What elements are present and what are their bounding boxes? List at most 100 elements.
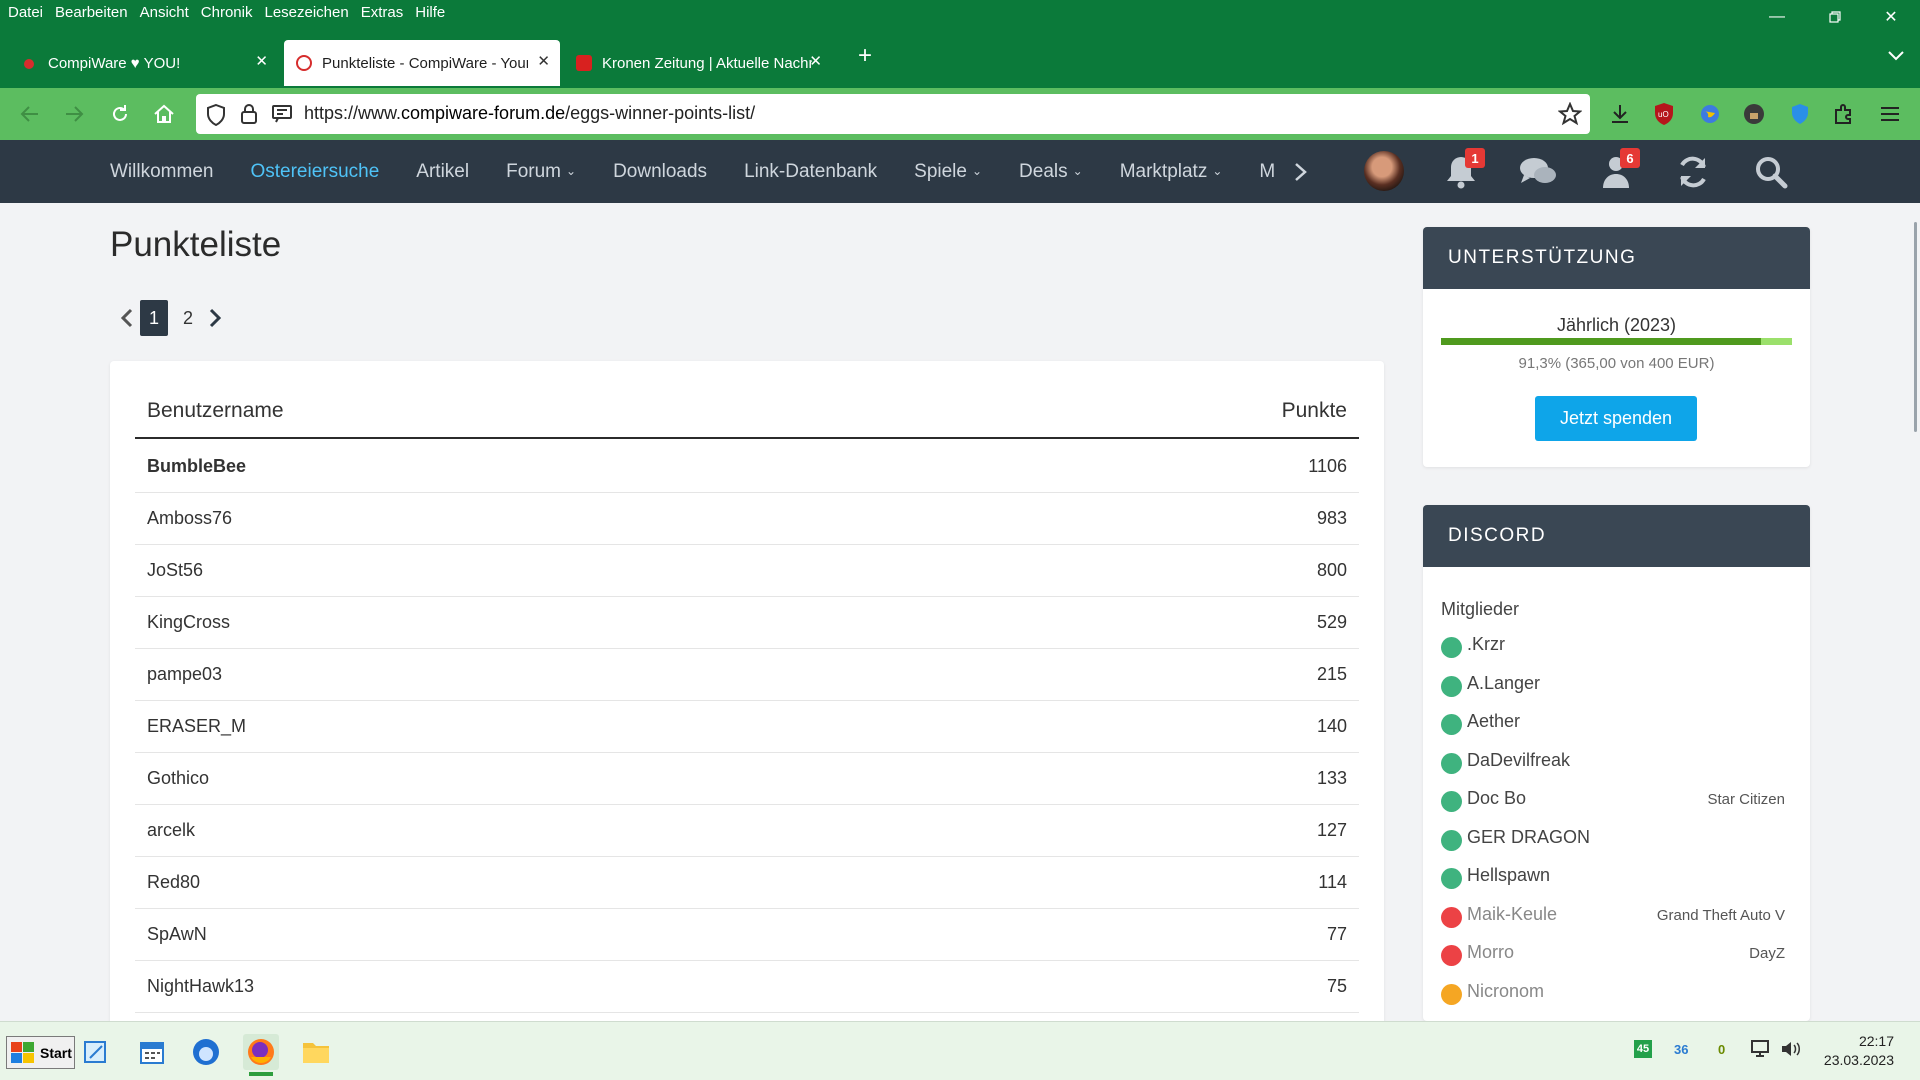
extension-globe-icon[interactable] xyxy=(1694,98,1726,130)
bookmark-star-icon[interactable] xyxy=(1557,101,1583,131)
volume-icon[interactable] xyxy=(1780,1039,1802,1064)
sync-icon[interactable] xyxy=(1673,152,1713,192)
nav-item-deals[interactable]: Deals ⌄ xyxy=(1019,161,1083,183)
thunderbird-icon[interactable] xyxy=(188,1034,224,1070)
username-cell[interactable]: Amboss76 xyxy=(147,508,232,529)
clock-date: 23.03.2023 xyxy=(1823,1052,1894,1068)
tray-temp-badge[interactable]: 45 xyxy=(1634,1040,1652,1058)
nav-item-artikel[interactable]: Artikel xyxy=(416,161,469,183)
donate-button[interactable]: Jetzt spenden xyxy=(1535,396,1697,441)
system-clock[interactable]: 22:17 23.03.2023 xyxy=(1824,1032,1894,1070)
list-tabs-icon[interactable] xyxy=(1888,48,1904,66)
discord-member[interactable]: GER DRAGON xyxy=(1441,824,1792,863)
username-cell[interactable]: pampe03 xyxy=(147,664,222,685)
page-2-button[interactable]: 2 xyxy=(174,300,202,336)
status-dot-icon xyxy=(1441,791,1462,812)
nav-item-label: Marktplatz xyxy=(1119,160,1208,182)
tracking-protection-icon[interactable] xyxy=(206,103,226,131)
menu-item[interactable]: Datei xyxy=(8,4,43,21)
discord-member[interactable]: Hellspawn xyxy=(1441,862,1792,901)
tab-kronen-zeitung[interactable]: Kronen Zeitung | Aktuelle Nachr ✕ xyxy=(564,40,832,86)
new-tab-icon[interactable]: + xyxy=(858,44,872,68)
page-1-button[interactable]: 1 xyxy=(140,300,168,336)
discord-member[interactable]: Maik-Keule Grand Theft Auto V xyxy=(1441,901,1792,940)
username-cell[interactable]: JoSt56 xyxy=(147,560,203,581)
network-icon[interactable] xyxy=(1750,1039,1772,1064)
nav-scroll-right-icon[interactable] xyxy=(1294,162,1308,187)
reload-icon[interactable] xyxy=(106,100,134,128)
user-avatar[interactable] xyxy=(1364,151,1404,191)
points-table-body: BumbleBee 1106 Amboss76 983 JoSt56 800 KingCro… xyxy=(135,441,1359,1013)
forward-icon[interactable] xyxy=(60,100,88,128)
url-text[interactable]: https://www.compiware-forum.de/eggs-winn… xyxy=(304,103,755,124)
menu-item[interactable]: Bearbeiten xyxy=(55,4,128,21)
tab-punkteliste[interactable]: Punkteliste - CompiWare - Your ✕ xyxy=(284,40,560,86)
username-cell[interactable]: BumbleBee xyxy=(147,456,246,477)
nav-item-willkommen[interactable]: Willkommen xyxy=(110,161,213,183)
conversations-icon[interactable] xyxy=(1518,152,1558,192)
extension-lock-icon[interactable] xyxy=(1738,98,1770,130)
discord-title: DISCORD xyxy=(1423,505,1810,567)
notifications-bell-icon[interactable]: 1 xyxy=(1441,148,1485,192)
extension-shield-icon[interactable] xyxy=(1784,98,1816,130)
menu-item[interactable]: Extras xyxy=(361,4,404,21)
nav-item-ostereiersuche[interactable]: Ostereiersuche xyxy=(250,161,379,183)
tray-counter-blue[interactable]: 36 xyxy=(1674,1042,1688,1057)
discord-member[interactable]: A.Langer xyxy=(1441,670,1792,709)
nav-item-link-datenbank[interactable]: Link-Datenbank xyxy=(744,161,877,183)
discord-member[interactable]: Nicronom xyxy=(1441,978,1792,1017)
nav-item-downloads[interactable]: Downloads xyxy=(613,161,707,183)
tab-compiware[interactable]: CompiWare ♥ YOU! ✕ xyxy=(10,40,278,86)
firefox-active-indicator xyxy=(249,1072,273,1076)
start-button[interactable]: Start xyxy=(6,1036,75,1069)
nav-item-marktplatz[interactable]: Marktplatz ⌄ xyxy=(1120,161,1223,183)
url-bar[interactable]: https://www.compiware-forum.de/eggs-winn… xyxy=(196,94,1590,134)
discord-member[interactable]: DaDevilfreak xyxy=(1441,747,1792,786)
page-scrollbar[interactable] xyxy=(1914,222,1917,432)
tray-counter-green[interactable]: 0 xyxy=(1718,1042,1725,1057)
extensions-puzzle-icon[interactable] xyxy=(1828,98,1860,130)
menu-item[interactable]: Lesezeichen xyxy=(264,4,348,21)
close-tab-icon[interactable]: ✕ xyxy=(809,52,822,70)
username-cell[interactable]: Red80 xyxy=(147,872,200,893)
status-dot-icon xyxy=(1441,675,1462,697)
member-name: Aether xyxy=(1467,711,1521,731)
discord-member[interactable]: Aether xyxy=(1441,708,1792,747)
discord-member[interactable]: Morro DayZ xyxy=(1441,939,1792,978)
home-icon[interactable] xyxy=(150,100,178,128)
nav-item-m[interactable]: M xyxy=(1259,161,1275,183)
menu-item[interactable]: Chronik xyxy=(201,4,253,21)
previous-page-icon[interactable] xyxy=(117,303,137,333)
file-explorer-icon[interactable] xyxy=(298,1034,334,1070)
username-cell[interactable]: NightHawk13 xyxy=(147,976,254,997)
user-requests-icon[interactable]: 6 xyxy=(1596,148,1640,192)
search-icon[interactable] xyxy=(1751,152,1791,192)
nav-item-spiele[interactable]: Spiele ⌄ xyxy=(914,161,982,183)
notepad-icon[interactable] xyxy=(78,1034,114,1070)
username-cell[interactable]: SpAwN xyxy=(147,924,207,945)
ublock-icon[interactable]: uO xyxy=(1648,98,1680,130)
downloads-icon[interactable] xyxy=(1604,98,1636,130)
calendar-app-icon[interactable] xyxy=(134,1034,170,1070)
column-header-username[interactable]: Benutzername xyxy=(147,399,284,423)
lock-icon[interactable] xyxy=(240,103,258,130)
back-icon[interactable] xyxy=(16,100,44,128)
discord-member[interactable]: Doc Bo Star Citizen xyxy=(1441,785,1792,824)
username-cell[interactable]: arcelk xyxy=(147,820,195,841)
column-header-points[interactable]: Punkte xyxy=(1282,399,1347,423)
app-menu-icon[interactable] xyxy=(1874,98,1906,130)
next-page-icon[interactable] xyxy=(205,303,225,333)
points-cell: 800 xyxy=(1316,560,1347,580)
page-info-icon[interactable] xyxy=(272,105,292,128)
menu-item[interactable]: Ansicht xyxy=(140,4,189,21)
username-cell[interactable]: KingCross xyxy=(147,612,230,633)
discord-member[interactable]: .Krzr xyxy=(1441,631,1792,670)
menu-item[interactable]: Hilfe xyxy=(415,4,445,21)
firefox-icon[interactable] xyxy=(243,1034,279,1070)
status-dot-icon xyxy=(1441,983,1462,1005)
username-cell[interactable]: Gothico xyxy=(147,768,209,789)
close-tab-icon[interactable]: ✕ xyxy=(537,52,550,70)
close-tab-icon[interactable]: ✕ xyxy=(255,52,268,70)
username-cell[interactable]: ERASER_M xyxy=(147,716,246,737)
nav-item-forum[interactable]: Forum ⌄ xyxy=(506,161,576,183)
